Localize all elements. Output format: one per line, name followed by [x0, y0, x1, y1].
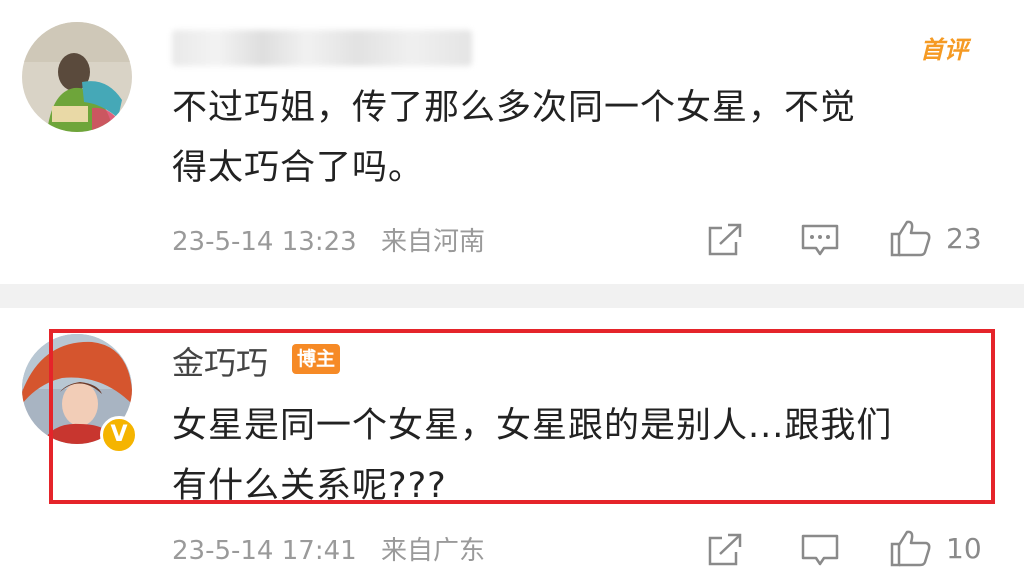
comment-text-line: 得太巧合了吗。: [172, 148, 425, 188]
comment-meta: 23-5-14 13:23 来自河南: [172, 221, 485, 258]
like-icon: [890, 530, 931, 567]
comment-icon: [801, 224, 839, 256]
comment-time: 23-5-14 17:41: [172, 536, 357, 566]
author-name-blurred[interactable]: [172, 30, 472, 66]
like-button[interactable]: [888, 528, 932, 572]
highlight-frame: [49, 329, 995, 504]
comment-meta: 23-5-14 17:41 来自广东: [172, 530, 485, 567]
like-button[interactable]: [888, 218, 932, 262]
comment-time: 23-5-14 13:23: [172, 227, 357, 257]
repost-button[interactable]: [706, 532, 744, 572]
like-icon: [890, 220, 931, 257]
comment-button[interactable]: [800, 222, 840, 262]
comment-location: 来自河南: [380, 227, 485, 257]
avatar-photo-icon: [22, 22, 132, 132]
comment-icon: [801, 534, 839, 566]
comment-separator: [0, 284, 1024, 308]
comment-text-line: 不过巧姐，传了那么多次同一个女星，不觉: [172, 88, 857, 128]
repost-button[interactable]: [706, 222, 744, 262]
repost-icon: [708, 533, 742, 566]
repost-icon: [708, 223, 742, 256]
comment-item: [0, 0, 1024, 284]
comment-button[interactable]: [800, 532, 840, 572]
like-count: 23: [946, 222, 982, 255]
comment-location: 来自广东: [380, 536, 485, 566]
first-comment-badge: 首评: [920, 36, 968, 64]
avatar[interactable]: [22, 22, 132, 132]
like-count: 10: [946, 532, 982, 565]
